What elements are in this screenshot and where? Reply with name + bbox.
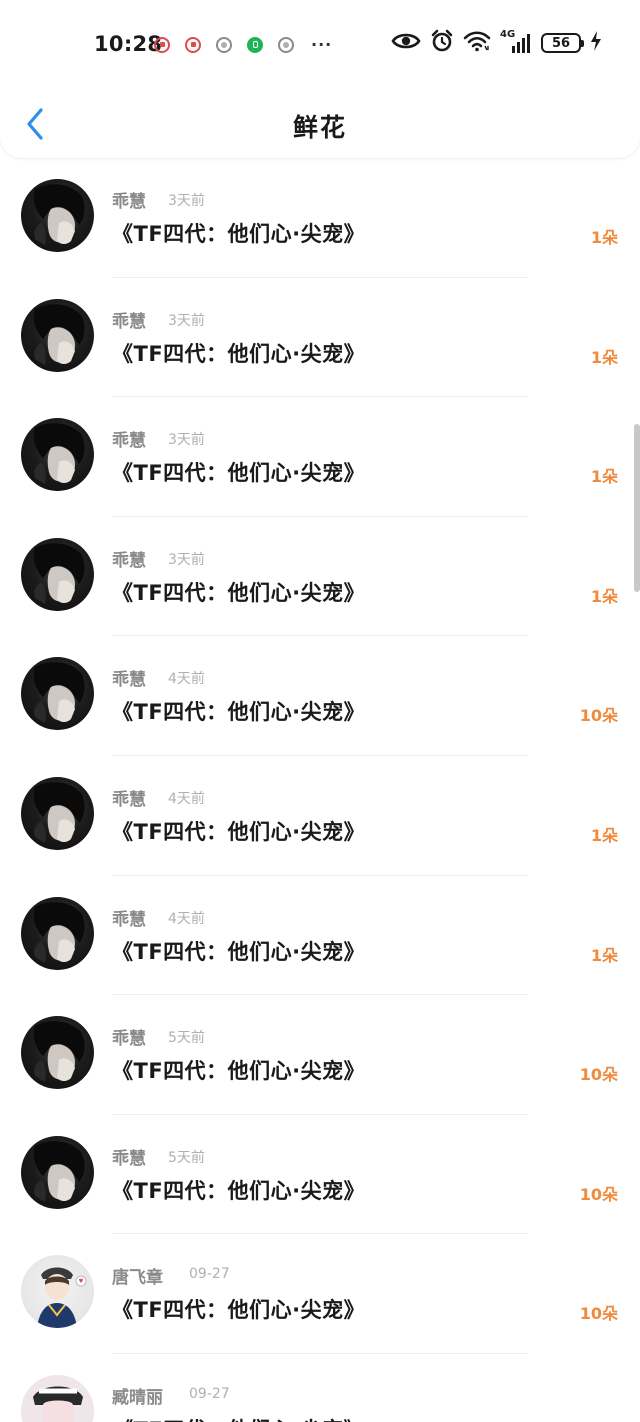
book-title[interactable]: 《TF四代：他们心·尖宠》 [112,696,365,726]
avatar[interactable] [21,896,94,970]
user-name[interactable]: 乖慧 [112,665,146,690]
user-name[interactable]: 乖慧 [112,307,146,332]
flower-count: 10朵 [579,1304,618,1324]
avatar[interactable] [21,776,94,850]
list-item[interactable]: 臧晴丽 09-27 《TF四代：他们心·尖宠》 [0,1354,640,1422]
timestamp: 5天前 [168,1030,205,1047]
green-app-icon [247,36,263,53]
timestamp: 4天前 [168,671,205,688]
avatar[interactable] [21,1374,94,1422]
timestamp: 4天前 [168,910,205,927]
flower-count: 1朵 [590,586,618,606]
gray-app-icon [278,36,294,53]
list-item[interactable]: 乖慧 5天前《TF四代：他们心·尖宠》 10朵 [0,995,640,1115]
avatar[interactable] [21,537,94,611]
book-title[interactable]: 《TF四代：他们心·尖宠》 [112,457,365,487]
timestamp: 3天前 [168,193,205,209]
flower-count: 1朵 [590,467,618,487]
list-item[interactable]: 乖慧 5天前《TF四代：他们心·尖宠》 10朵 [0,1115,640,1235]
timestamp: 4天前 [168,790,205,807]
red-app-icon [185,36,201,53]
timestamp: 5天前 [168,1149,205,1166]
timestamp: 09-27 [189,1385,230,1402]
page-title: 鲜花 [292,113,347,142]
book-title[interactable]: 《TF四代：他们心·尖宠》 [112,218,365,248]
avatar[interactable] [21,1016,94,1090]
flowers-page: 10:28 ··· 4G 56 鲜花 乖慧 3天前 《TF四代：他们心·尖宠》 … [0,0,640,1422]
charging-bolt-icon [590,30,602,56]
status-time: 10:28 [94,32,163,56]
user-name[interactable]: 乖慧 [112,546,146,571]
list-item[interactable]: 乖慧 4天前《TF四代：他们心·尖宠》 1朵 [0,756,640,876]
book-title[interactable]: 《TF四代：他们心·尖宠》 [112,1294,365,1324]
user-name[interactable]: 乖慧 [112,426,146,451]
avatar[interactable] [21,179,94,252]
flower-count: 1朵 [590,945,618,965]
notification-icons: ··· [154,35,332,54]
flower-count: 10朵 [579,1065,618,1085]
avatar[interactable] [21,1135,94,1209]
book-title[interactable]: 《TF四代：他们心·尖宠》 [112,1055,365,1085]
user-name[interactable]: 乖慧 [112,1144,146,1169]
alarm-icon [430,29,454,57]
avatar[interactable] [21,418,94,492]
list-item[interactable]: 乖慧 4天前《TF四代：他们心·尖宠》 10朵 [0,636,640,756]
user-name[interactable]: 乖慧 [112,905,146,930]
book-title[interactable]: 《TF四代：他们心·尖宠》 [112,1175,365,1205]
wifi-icon [463,30,491,56]
battery-indicator: 56 [541,33,584,53]
user-name[interactable]: 臧晴丽 [112,1383,163,1408]
eye-icon [391,31,421,55]
timestamp: 09-27 [189,1266,230,1283]
user-name[interactable]: 乖慧 [112,187,146,212]
top-card: 10:28 ··· 4G 56 鲜花 [0,0,640,158]
flower-count: 10朵 [579,706,618,726]
list-item[interactable]: 唐飞章 09-27 《TF四代：他们心·尖宠》 10朵 [0,1234,640,1354]
book-title[interactable]: 《TF四代：他们心·尖宠》 [112,1414,365,1422]
red-app-icon [154,36,170,53]
timestamp: 3天前 [168,432,205,449]
flower-list: 乖慧 3天前 《TF四代：他们心·尖宠》 1朵 乖慧 3天前 《TF四代：他们心·尖宠》 1朵… [0,158,640,1422]
flower-count: 1朵 [590,825,618,845]
user-name[interactable]: 乖慧 [112,785,146,810]
timestamp: 3天前 [168,312,205,329]
book-title[interactable]: 《TF四代：他们心·尖宠》 [112,816,365,846]
nav-header: 鲜花 [0,88,640,158]
book-title[interactable]: 《TF四代：他们心·尖宠》 [112,936,365,966]
list-item[interactable]: 乖慧 4天前《TF四代：他们心·尖宠》 1朵 [0,876,640,996]
signal-4g-icon: 4G [500,29,532,55]
flower-count: 1朵 [590,347,618,367]
book-title[interactable]: 《TF四代：他们心·尖宠》 [112,577,365,607]
list-item[interactable]: 乖慧 3天前《TF四代：他们心·尖宠》 1朵 [0,517,640,637]
status-bar: 10:28 ··· 4G 56 [0,0,640,88]
avatar[interactable] [21,657,94,731]
list-item[interactable]: 乖慧 3天前《TF四代：他们心·尖宠》 1朵 [0,158,640,278]
list-item[interactable]: 乖慧 3天前《TF四代：他们心·尖宠》 1朵 [0,397,640,517]
user-name[interactable]: 乖慧 [112,1024,146,1049]
flower-count: 1朵 [590,228,618,247]
avatar[interactable] [21,298,94,372]
timestamp: 3天前 [168,551,205,568]
status-right: 4G 56 [391,29,602,57]
more-notifications-icon: ··· [311,35,333,54]
avatar[interactable] [21,1255,94,1329]
flower-count: 10朵 [579,1184,618,1204]
scrollbar[interactable] [634,424,640,592]
user-name[interactable]: 唐飞章 [112,1263,163,1288]
list-item[interactable]: 乖慧 3天前《TF四代：他们心·尖宠》 1朵 [0,278,640,398]
book-title[interactable]: 《TF四代：他们心·尖宠》 [112,338,365,368]
gray-app-icon [216,36,232,53]
